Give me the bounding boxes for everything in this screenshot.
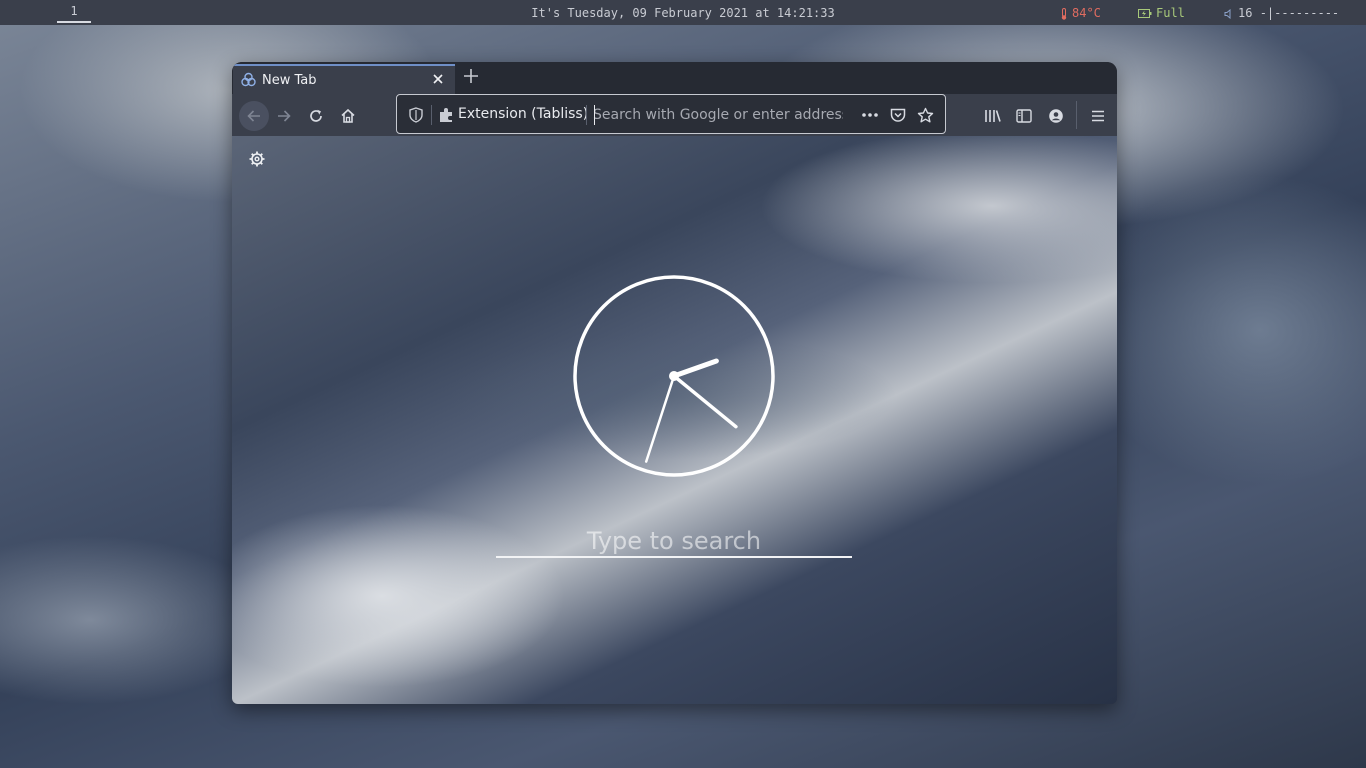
- tab-new-tab[interactable]: New Tab: [233, 64, 455, 94]
- address-bar[interactable]: Extension (Tabliss): [396, 94, 946, 134]
- shield-icon[interactable]: [409, 107, 423, 123]
- account-icon: [1049, 109, 1063, 123]
- back-button[interactable]: [239, 101, 269, 131]
- temperature-indicator: 84°C: [1060, 6, 1101, 20]
- puzzle-icon: [440, 108, 452, 122]
- star-icon: [917, 107, 933, 122]
- reload-button[interactable]: [305, 105, 327, 127]
- library-button[interactable]: [982, 105, 1004, 127]
- bookmark-star-button[interactable]: [915, 105, 935, 125]
- clock-hour-hand: [671, 358, 719, 379]
- volume-value: 16: [1238, 6, 1253, 20]
- volume-indicator[interactable]: 16 -|---------: [1224, 6, 1339, 20]
- hamburger-menu-icon: [1092, 110, 1104, 122]
- url-divider: [586, 105, 587, 125]
- new-tab-page: [232, 136, 1117, 704]
- speaker-icon: [1224, 8, 1231, 19]
- top-status-bar: 1 It's Tuesday, 09 February 2021 at 14:2…: [0, 0, 1366, 25]
- page-actions-button[interactable]: [860, 105, 880, 125]
- sidebar-icon: [1016, 109, 1032, 123]
- tabliss-icon: [241, 72, 256, 87]
- battery-indicator: Full: [1138, 6, 1185, 20]
- tab-title: New Tab: [262, 73, 317, 88]
- clock-minute-hand: [672, 374, 738, 429]
- battery-charging-icon: [1138, 9, 1152, 18]
- new-tab-button[interactable]: [463, 68, 479, 84]
- reload-icon: [310, 109, 322, 122]
- navigation-toolbar: Extension (Tabliss): [232, 94, 1117, 136]
- library-icon: [985, 110, 1001, 122]
- menu-button[interactable]: [1087, 105, 1109, 127]
- volume-bar: -|---------: [1259, 6, 1340, 20]
- new-tab-search-input[interactable]: [496, 526, 852, 558]
- url-input[interactable]: [593, 104, 843, 126]
- gear-icon[interactable]: [248, 150, 266, 168]
- browser-window: New Tab Extension (Tabliss) Search with …: [232, 62, 1117, 704]
- arrow-left-icon: [247, 110, 260, 122]
- thermometer-icon: [1061, 7, 1067, 20]
- workspace-active-underline: [57, 21, 91, 23]
- sidebar-toggle-button[interactable]: [1013, 105, 1035, 127]
- text-caret: [594, 105, 595, 125]
- arrow-right-icon: [278, 110, 291, 122]
- close-icon[interactable]: [431, 72, 445, 86]
- home-icon: [341, 108, 355, 123]
- search-widget: [496, 526, 852, 558]
- forward-button[interactable]: [273, 105, 295, 127]
- battery-status: Full: [1156, 6, 1185, 20]
- toolbar-divider: [1076, 101, 1077, 129]
- url-divider: [431, 105, 432, 125]
- clock-second-hand: [644, 374, 676, 463]
- tab-bar: New Tab: [232, 62, 1117, 94]
- clock-center: [669, 371, 679, 381]
- account-button[interactable]: [1045, 105, 1067, 127]
- pocket-icon: [890, 108, 906, 122]
- identity-label[interactable]: Extension (Tabliss): [458, 106, 588, 122]
- ellipsis-icon: [862, 113, 878, 117]
- pocket-button[interactable]: [888, 105, 908, 125]
- home-button[interactable]: [337, 105, 359, 127]
- analog-clock: [573, 275, 775, 477]
- temperature-value: 84°C: [1072, 6, 1101, 20]
